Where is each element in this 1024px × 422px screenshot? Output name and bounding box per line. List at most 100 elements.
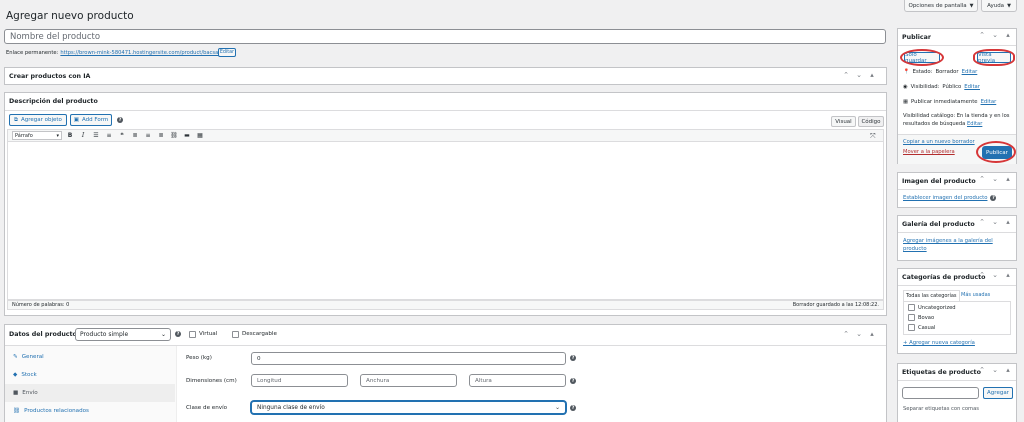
edit-publish-time-link[interactable]: Editar xyxy=(981,99,997,105)
downloadable-label: Descargable xyxy=(242,331,277,337)
add-category-link[interactable]: + Agregar nueva categoría xyxy=(903,340,975,346)
tab-general[interactable]: ✎ General xyxy=(5,348,175,366)
product-data-box: Datos del producto — Producto simple ⌄ ? … xyxy=(4,324,887,422)
bold-icon[interactable]: B xyxy=(65,132,75,139)
chevron-up-icon: ⌃ xyxy=(843,330,849,338)
align-left-icon[interactable]: ≣ xyxy=(130,132,140,139)
tab-stock[interactable]: ◆ Stock xyxy=(5,366,175,384)
fullscreen-icon[interactable]: ⤧ xyxy=(870,132,876,141)
product-name-input[interactable]: Nombre del producto xyxy=(4,29,886,44)
copy-draft-link[interactable]: Copiar a un nuevo borrador xyxy=(903,139,975,145)
tab-shipping[interactable]: ■ Envío xyxy=(5,384,175,402)
word-count: Número de palabras: 0 xyxy=(12,302,70,308)
categories-title: Categorías de producto xyxy=(902,274,986,281)
virtual-label: Virtual xyxy=(199,331,218,337)
italic-icon[interactable]: I xyxy=(78,132,88,139)
add-tag-button[interactable]: Agregar xyxy=(983,387,1013,399)
shipping-class-select[interactable]: Ninguna clase de envío ⌄ xyxy=(251,401,566,414)
blockquote-icon[interactable]: ❝ xyxy=(117,132,127,139)
height-input[interactable]: Altura xyxy=(469,374,566,387)
box-controls[interactable]: ⌃ ⌄ ▴ xyxy=(842,330,876,338)
status-label: Estado: xyxy=(912,69,933,75)
downloadable-checkbox[interactable] xyxy=(232,331,239,338)
product-image-box: Imagen del producto ⌃ ⌄ ▴ Establecer image… xyxy=(897,172,1017,208)
box-controls[interactable]: ⌃ ⌄ ▴ xyxy=(842,71,876,79)
chevron-down-icon: ⌄ xyxy=(160,331,166,338)
set-product-image-link[interactable]: Establecer imagen del producto xyxy=(903,195,987,201)
tab-linked-label: Productos relacionados xyxy=(24,408,89,414)
add-gallery-images-link[interactable]: Agregar imágenes a la galería del produc… xyxy=(903,238,1011,254)
tab-all-categories[interactable]: Todas las categorías xyxy=(903,290,960,301)
category-checkbox[interactable] xyxy=(908,314,915,321)
virtual-checkbox[interactable] xyxy=(189,331,196,338)
tab-visual[interactable]: Visual xyxy=(831,116,856,127)
status-row: 📍 Estado: Borrador Editar xyxy=(903,69,977,75)
numbered-list-icon[interactable]: ≡ xyxy=(104,132,114,139)
description-title: Descripción del producto xyxy=(9,98,98,105)
screen-options-button[interactable]: Opciones de pantalla ▼ xyxy=(904,0,978,12)
add-object-button[interactable]: ⧉ Agregar objeto xyxy=(9,114,67,126)
triangle-up-icon: ▴ xyxy=(870,71,874,79)
length-input[interactable]: Longitud xyxy=(251,374,348,387)
help-icon[interactable]: ? xyxy=(570,355,576,361)
product-type-value: Producto simple xyxy=(80,331,129,338)
add-object-label: Agregar objeto xyxy=(20,117,62,123)
triangle-up-icon: ▴ xyxy=(1006,218,1010,226)
add-form-button[interactable]: ▣ Add Form xyxy=(70,114,112,126)
width-input[interactable]: Anchura xyxy=(360,374,457,387)
box-controls[interactable]: ⌃ ⌄ ▴ xyxy=(978,271,1012,279)
box-controls[interactable]: ⌃ ⌄ ▴ xyxy=(978,366,1012,374)
help-icon[interactable]: ? xyxy=(175,331,181,337)
chevron-down-icon: ⌄ xyxy=(856,330,862,338)
help-icon[interactable]: ? xyxy=(117,117,123,123)
product-data-title: Datos del producto — xyxy=(9,331,86,338)
toolbar-toggle-icon[interactable]: ▦ xyxy=(195,132,205,139)
help-icon[interactable]: ? xyxy=(990,195,997,201)
triangle-up-icon: ▴ xyxy=(870,330,874,338)
bullet-list-icon[interactable]: ☰ xyxy=(91,132,101,139)
help-icon[interactable]: ? xyxy=(570,378,576,384)
weight-input[interactable]: 0 xyxy=(251,352,566,365)
chevron-down-icon: ⌄ xyxy=(992,31,998,39)
set-image-row: Establecer imagen del producto ? xyxy=(903,195,997,201)
format-select-value: Párrafo xyxy=(15,132,33,139)
tags-input[interactable] xyxy=(902,387,979,399)
tab-linked-products[interactable]: ⛓ Productos relacionados xyxy=(5,402,175,420)
product-image-title: Imagen del producto xyxy=(902,178,976,185)
help-button[interactable]: Ayuda ▼ xyxy=(981,0,1017,12)
align-center-icon[interactable]: ≡ xyxy=(143,132,153,139)
category-checkbox[interactable] xyxy=(908,304,915,311)
tags-box: Etiquetas de producto ⌃ ⌄ ▴ Agregar Separa… xyxy=(897,363,1017,422)
permalink-edit-button[interactable]: Editar xyxy=(218,48,236,57)
tab-most-used[interactable]: Más usadas xyxy=(961,292,990,298)
tab-code[interactable]: Código xyxy=(858,116,884,127)
edit-status-link[interactable]: Editar xyxy=(962,69,978,75)
category-label: Casual xyxy=(918,325,936,331)
edit-visibility-link[interactable]: Editar xyxy=(964,84,980,90)
chevron-up-icon: ⌃ xyxy=(979,366,985,374)
box-controls[interactable]: ⌃ ⌄ ▴ xyxy=(978,31,1012,39)
add-form-label: Add Form xyxy=(81,117,109,123)
tab-shipping-label: Envío xyxy=(22,390,38,396)
editor-content-area[interactable] xyxy=(7,142,884,300)
format-select[interactable]: Párrafo ▾ xyxy=(12,131,62,140)
link-icon[interactable]: ⛓ xyxy=(169,132,179,139)
publish-title: Publicar xyxy=(902,34,932,41)
align-right-icon[interactable]: ≣ xyxy=(156,132,166,139)
media-icon: ⧉ xyxy=(14,116,18,123)
permalink-url[interactable]: https://brown-mink-580471.hostingersite.… xyxy=(60,50,223,56)
triangle-up-icon: ▴ xyxy=(1006,175,1010,183)
trash-link[interactable]: Mover a la papelera xyxy=(903,149,955,155)
product-type-select[interactable]: Producto simple ⌄ xyxy=(75,328,171,341)
edit-catalog-link[interactable]: Editar xyxy=(967,121,982,127)
form-icon: ▣ xyxy=(73,117,79,123)
box-controls[interactable]: ⌃ ⌄ ▴ xyxy=(978,218,1012,226)
category-checkbox[interactable] xyxy=(908,324,915,331)
weight-label: Peso (kg) xyxy=(186,355,212,361)
permalink-label: Enlace permanente: xyxy=(6,50,59,56)
box-controls[interactable]: ⌃ ⌄ ▴ xyxy=(978,175,1012,183)
page-title: Agregar nuevo producto xyxy=(6,10,134,22)
truck-icon: ■ xyxy=(13,390,19,396)
help-icon[interactable]: ? xyxy=(570,405,576,411)
horizontal-rule-icon[interactable]: ▬ xyxy=(182,132,192,139)
